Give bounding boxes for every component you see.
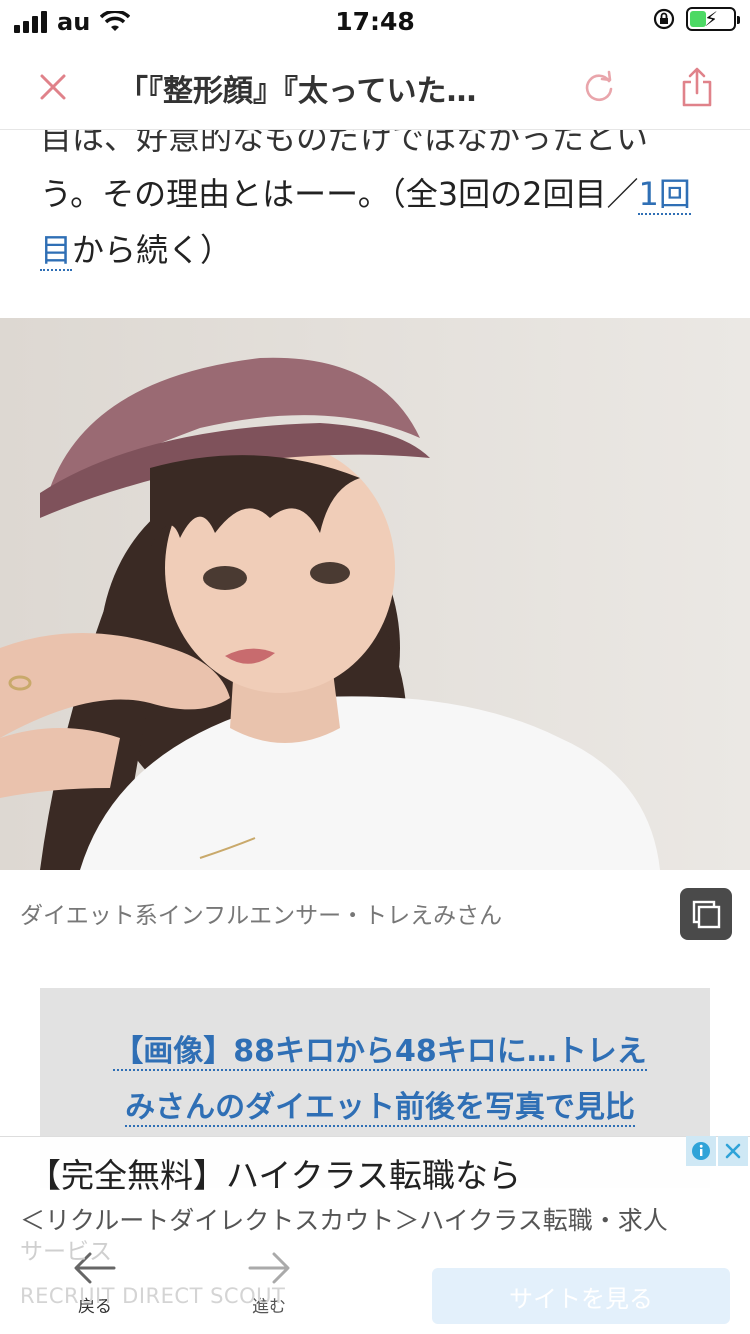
part1-link-continued[interactable]: 目	[40, 231, 73, 271]
ad-info-button[interactable]	[686, 1136, 716, 1166]
status-bar: au 17:48 ⚡	[0, 0, 750, 44]
status-time: 17:48	[335, 7, 415, 36]
reload-icon	[585, 70, 613, 102]
battery-icon: ⚡	[686, 7, 740, 31]
ad-banner[interactable]: 【完全無料】ハイクラス転職なら ＜リクルートダイレクトスカウト＞ハイクラス転職・…	[0, 1136, 750, 1334]
close-icon	[40, 74, 66, 100]
share-icon	[682, 67, 712, 107]
ad-badges	[686, 1136, 748, 1166]
info-icon	[692, 1142, 710, 1160]
article-photo[interactable]	[0, 318, 750, 870]
ad-subline[interactable]: ＜リクルートダイレクトスカウト＞ハイクラス転職・求人	[20, 1201, 668, 1237]
page-title: 「『整形顔』『太っていた…	[118, 74, 477, 109]
photo-caption: ダイエット系インフルエンサー・トレえみさん	[20, 903, 503, 929]
ad-faded-text: サービス	[20, 1239, 112, 1265]
related-link[interactable]: 【画像】88キロから48キロに…トレえ みさんのダイエット前後を写真で見比	[100, 1024, 660, 1136]
reload-button[interactable]	[574, 62, 624, 112]
ad-cta-button[interactable]: サイトを見る	[432, 1268, 730, 1324]
portrait-illustration	[0, 318, 750, 870]
gallery-button[interactable]	[680, 888, 732, 940]
article-line: う。その理由とはーー。（全3回の2回目／1回	[40, 175, 691, 215]
ad-panel[interactable]: 【完全無料】ハイクラス転職なら ＜リクルートダイレクトスカウト＞ハイクラス転職・…	[0, 1136, 750, 1236]
ad-close-button[interactable]	[718, 1136, 748, 1166]
ad-brand: RECRUIT DIRECT SCOUT	[20, 1284, 286, 1308]
article-line: 目から続く）	[40, 231, 233, 271]
gallery-icon	[692, 900, 721, 929]
part1-link[interactable]: 1回	[638, 175, 691, 215]
nav-bar: 「『整形顔』『太っていた…	[0, 44, 750, 130]
close-button[interactable]	[28, 62, 78, 112]
orientation-lock-icon	[653, 8, 675, 30]
article-body: 目は、好意的なものだけではなかったとい う。その理由とはーー。（全3回の2回目／…	[40, 110, 712, 278]
ad-headline[interactable]: 【完全無料】ハイクラス転職なら	[28, 1149, 521, 1197]
status-right: ⚡	[652, 7, 740, 31]
share-button[interactable]	[672, 62, 722, 112]
close-icon	[725, 1143, 741, 1159]
